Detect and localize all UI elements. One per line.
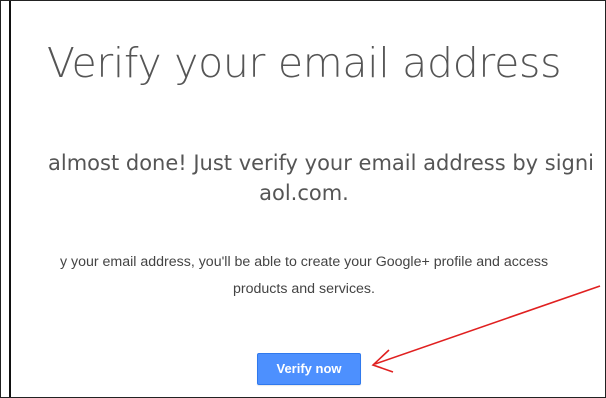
- page-title: Verify your email address: [46, 39, 562, 87]
- verify-now-button[interactable]: Verify now: [257, 353, 361, 385]
- body-text-line-1: y your email address, you'll be able to …: [59, 254, 549, 270]
- body-text-line-2: products and services.: [233, 281, 375, 297]
- verification-page: Verify your email address almost done! J…: [0, 0, 606, 398]
- subtitle-line-1: almost done! Just verify your email addr…: [48, 151, 594, 175]
- subtitle-line-2: aol.com.: [259, 181, 349, 205]
- message-region: almost done! Just verify your email addr…: [11, 131, 597, 301]
